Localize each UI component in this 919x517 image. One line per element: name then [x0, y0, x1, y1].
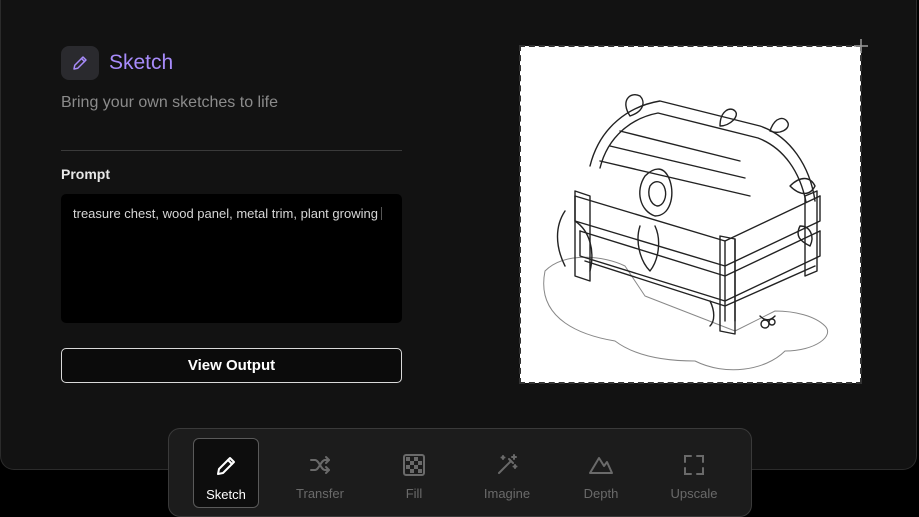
divider: [61, 150, 402, 151]
text-caret: [380, 207, 382, 220]
tool-label: Depth: [583, 486, 619, 501]
checkerboard-icon: [401, 452, 427, 478]
page-title: Sketch: [109, 51, 174, 74]
main-panel: Sketch Bring your own sketches to life P…: [0, 0, 917, 470]
mountain-icon: [588, 452, 614, 478]
tool-label: Fill: [405, 486, 423, 501]
prompt-label: Prompt: [61, 166, 110, 182]
tool-label: Imagine: [483, 486, 531, 501]
tool-transfer[interactable]: Transfer: [287, 438, 353, 508]
tool-label: Sketch: [206, 487, 246, 502]
prompt-text: treasure chest, wood panel, metal trim, …: [73, 206, 378, 221]
tool-bar: Sketch Transfer Fill Imagine Depth Upsca…: [168, 428, 752, 517]
tool-imagine[interactable]: Imagine: [474, 438, 540, 508]
resize-handle[interactable]: [854, 39, 868, 53]
tool-upscale[interactable]: Upscale: [661, 438, 727, 508]
tool-sketch[interactable]: Sketch: [193, 438, 259, 508]
tool-depth[interactable]: Depth: [568, 438, 634, 508]
shuffle-icon: [307, 452, 333, 478]
magic-wand-icon: [494, 452, 520, 478]
expand-icon: [681, 452, 707, 478]
tool-label: Upscale: [670, 486, 718, 501]
tool-fill[interactable]: Fill: [381, 438, 447, 508]
pencil-icon: [61, 46, 99, 80]
page-subtitle: Bring your own sketches to life: [61, 94, 278, 111]
pencil-icon: [213, 453, 239, 479]
prompt-input[interactable]: treasure chest, wood panel, metal trim, …: [61, 194, 402, 323]
treasure-chest-sketch: [543, 94, 828, 371]
view-output-button[interactable]: View Output: [61, 348, 402, 383]
tool-label: Transfer: [296, 486, 344, 501]
sketch-canvas[interactable]: [519, 45, 862, 384]
